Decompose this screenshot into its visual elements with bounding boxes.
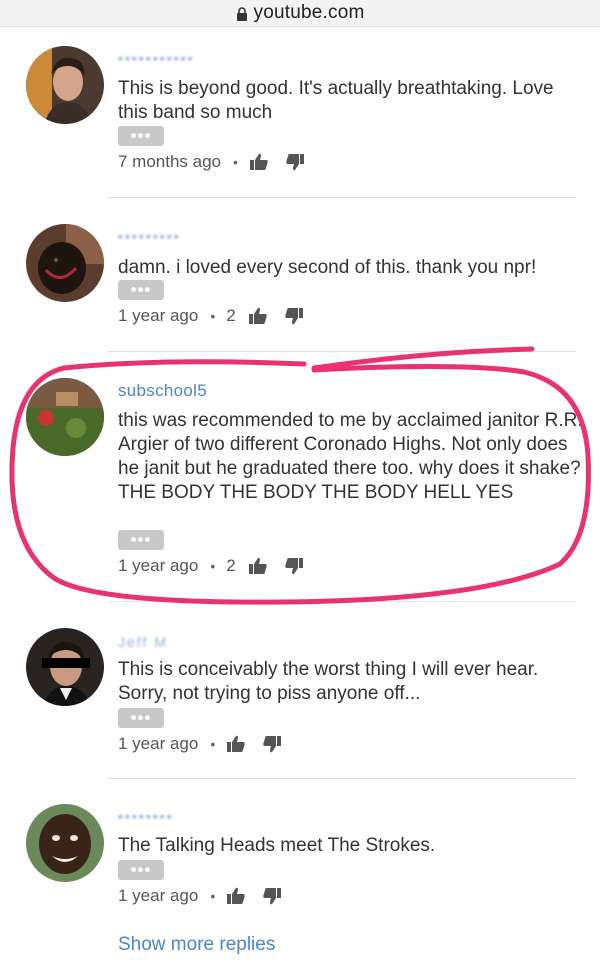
comment-text: damn. i loved every second of this. than… [118, 257, 537, 278]
comment-author[interactable]: Jeff M [118, 634, 168, 650]
comment-divider [108, 351, 576, 352]
comment-time: 7 months ago [118, 152, 222, 171]
separator-dot: • [210, 558, 216, 574]
thumbs-up-icon[interactable] [248, 307, 268, 325]
comment-time: 1 year ago [118, 886, 199, 905]
comment-author[interactable]: subschool5 [118, 381, 207, 401]
thumbs-up-icon[interactable] [226, 887, 246, 905]
browser-address-bar[interactable]: youtube.com [0, 0, 600, 27]
thumbs-up-icon[interactable] [226, 735, 246, 753]
comment-meta: 1 year ago • 2 [118, 555, 320, 577]
avatar[interactable] [26, 804, 104, 882]
comment-text: This is conceivably the worst thing I wi… [118, 659, 539, 704]
comment-meta: 1 year ago • 2 [118, 305, 320, 327]
comment-time: 1 year ago [118, 556, 199, 575]
avatar[interactable] [26, 46, 104, 124]
avatar[interactable] [26, 628, 104, 706]
comment-time: 1 year ago [118, 734, 199, 753]
comment-text: The Talking Heads meet The Strokes. [118, 835, 436, 856]
more-options-button[interactable]: ••• [118, 860, 164, 880]
comment-author[interactable]: ▪▪▪▪▪▪▪▪▪ [118, 228, 181, 244]
comment-divider [108, 197, 576, 198]
separator-dot: • [210, 736, 216, 752]
thumbs-down-icon[interactable] [262, 735, 282, 753]
comment-time: 1 year ago [118, 306, 199, 325]
comment-meta: 1 year ago • [118, 885, 298, 907]
avatar[interactable] [26, 378, 104, 456]
comment-text: This is beyond good. It's actually breat… [118, 78, 554, 123]
avatar[interactable] [26, 224, 104, 302]
separator-dot: • [210, 888, 216, 904]
thumbs-down-icon[interactable] [285, 153, 305, 171]
more-options-button[interactable]: ••• [118, 530, 164, 550]
thumbs-up-icon[interactable] [249, 153, 269, 171]
thumbs-down-icon[interactable] [262, 887, 282, 905]
like-count: 2 [226, 306, 236, 325]
show-more-replies-link[interactable]: Show more replies [118, 934, 275, 956]
thumbs-up-icon[interactable] [248, 557, 268, 575]
thumbs-down-icon[interactable] [284, 307, 304, 325]
url-text: youtube.com [253, 2, 365, 23]
comment-text: this was recommended to me by acclaimed … [118, 410, 583, 503]
comment-meta: 1 year ago • [118, 733, 298, 755]
comment-divider [108, 601, 576, 602]
comment-divider [108, 778, 576, 779]
separator-dot: • [233, 154, 238, 170]
comment-meta: 7 months ago • [118, 151, 321, 173]
more-options-button[interactable]: ••• [118, 708, 164, 728]
more-options-button[interactable]: ••• [118, 126, 164, 146]
comment-author[interactable]: ▪▪▪▪▪▪▪▪ [118, 808, 174, 824]
more-options-button[interactable]: ••• [118, 280, 164, 300]
comment-author[interactable]: ▪▪▪▪▪▪▪▪▪▪▪ [118, 50, 195, 66]
thumbs-down-icon[interactable] [284, 557, 304, 575]
like-count: 2 [226, 556, 236, 575]
separator-dot: • [210, 308, 216, 324]
lock-icon [236, 7, 247, 21]
